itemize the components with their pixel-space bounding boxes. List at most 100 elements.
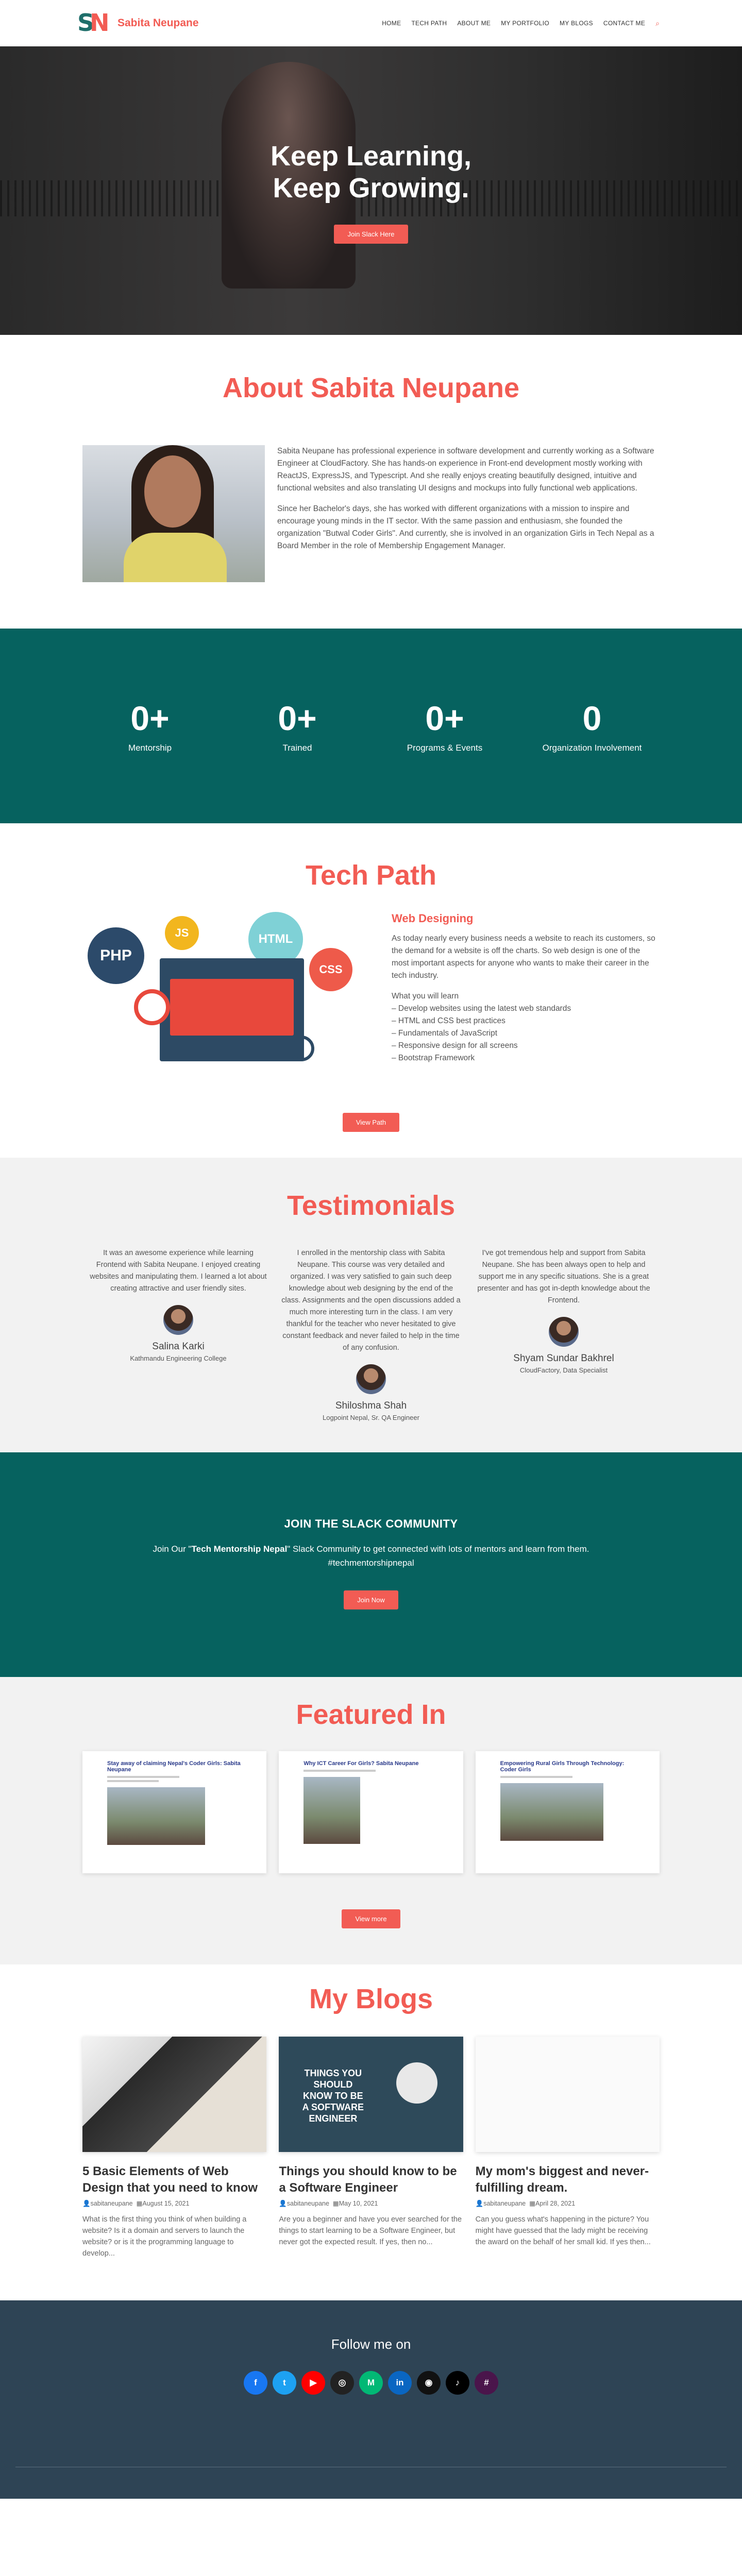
twitter-icon[interactable]: t <box>273 2371 296 2395</box>
gauge-icon <box>134 989 170 1025</box>
stats-section: 0+ Mentorship 0+ Trained 0+ Programs & Even… <box>0 629 742 823</box>
hero-heading-line2: Keep Growing. <box>273 173 469 204</box>
author-icon: 👤 <box>475 2200 484 2207</box>
facebook-icon[interactable]: f <box>244 2371 267 2395</box>
stat-trained: 0+ Trained <box>224 699 371 753</box>
calendar-icon: ▦ <box>332 2200 339 2207</box>
blog-meta: 👤sabitaneupane ▦August 15, 2021 <box>82 2199 266 2208</box>
social-links: f t ▶ ◎ Min ◉ ♪ # <box>0 2371 742 2395</box>
stat-programs: 0+ Programs & Events <box>371 699 518 753</box>
view-more-button[interactable]: View more <box>342 1909 400 1928</box>
featured-title: Featured In <box>296 1699 446 1730</box>
avatar <box>549 1317 579 1347</box>
join-now-button[interactable]: Join Now <box>344 1590 398 1609</box>
author-icon: 👤 <box>279 2200 287 2207</box>
featured-card[interactable]: Empowering Rural Girls Through Technolog… <box>475 1751 660 1873</box>
nav-blogs[interactable]: MY BLOGS <box>560 20 593 27</box>
stat-label: Organization Involvement <box>542 743 642 753</box>
profile-photo <box>82 445 265 582</box>
avatar <box>163 1305 193 1335</box>
learn-item: – Fundamentals of JavaScript <box>392 1029 498 1038</box>
blog-title[interactable]: Things you should know to be a Software … <box>279 2163 463 2196</box>
featured-card[interactable]: Stay away of claiming Nepal's Coder Girl… <box>82 1751 267 1873</box>
testimonial-text: I enrolled in the mentorship class with … <box>281 1249 461 1352</box>
blog-thumbnail-banner: THINGS YOU SHOULD KNOW TO BE A SOFTWARE … <box>302 2068 364 2124</box>
featured-card[interactable]: Why ICT Career For Girls? Sabita Neupane <box>279 1751 463 1873</box>
web-design-illustration: PHP JS HTML CSS <box>82 912 371 1082</box>
blogs-section: My Blogs 5 Basic Elements of Web Design … <box>0 1964 742 2300</box>
tiktok-icon[interactable]: ♪ <box>446 2371 469 2395</box>
featured-card-image <box>500 1783 603 1841</box>
github-icon[interactable]: ◉ <box>417 2371 441 2395</box>
testimonial-card: I've got tremendous help and support fro… <box>468 1247 660 1421</box>
slack-icon[interactable]: # <box>475 2371 498 2395</box>
nav-contact[interactable]: CONTACT ME <box>603 20 645 27</box>
blog-card[interactable]: THINGS YOU SHOULD KNOW TO BE A SOFTWARE … <box>279 2037 463 2259</box>
join-slack-button[interactable]: Join Slack Here <box>334 225 408 244</box>
learn-item: – Develop websites using the latest web … <box>392 1004 571 1013</box>
brand[interactable]: S N Sabita Neupane <box>77 9 199 38</box>
css-badge: CSS <box>309 948 352 991</box>
featured-card-headline: Stay away of claiming Nepal's Coder Girl… <box>107 1760 241 1773</box>
slack-description: Join Our "Tech Mentorship Nepal" Slack C… <box>0 1542 742 1570</box>
featured-card-image <box>303 1777 361 1844</box>
blog-title[interactable]: My mom's biggest and never-fulfilling dr… <box>476 2163 660 2196</box>
blog-thumbnail[interactable]: THINGS YOU SHOULD KNOW TO BE A SOFTWARE … <box>279 2037 463 2152</box>
logo-letter-n: N <box>90 9 110 37</box>
about-section: About Sabita Neupane Sabita Neupane has … <box>0 335 742 629</box>
logo[interactable]: S N <box>77 9 111 38</box>
testimonial-name: Salina Karki <box>152 1341 205 1352</box>
js-badge: JS <box>165 916 199 950</box>
blog-author[interactable]: sabitaneupane <box>483 2200 526 2207</box>
medium-icon[interactable]: M <box>359 2371 383 2395</box>
tech-path-title: Tech Path <box>305 860 437 891</box>
slack-hashtag: #techmentorshipnepal <box>328 1558 414 1568</box>
blog-author[interactable]: sabitaneupane <box>91 2200 133 2207</box>
testimonial-name: Shiloshma Shah <box>335 1400 407 1411</box>
tech-path-section: Tech Path PHP JS HTML CSS Web Designing … <box>0 823 742 1158</box>
magnifier-icon <box>289 1036 314 1061</box>
stat-number: 0+ <box>425 699 464 737</box>
nav-tech-path[interactable]: TECH PATH <box>411 20 447 27</box>
calendar-icon: ▦ <box>136 2200 143 2207</box>
blog-thumbnail[interactable] <box>82 2037 267 2152</box>
linkedin-icon[interactable]: in <box>388 2371 412 2395</box>
testimonial-text: I've got tremendous help and support fro… <box>477 1249 650 1304</box>
stat-label: Mentorship <box>128 743 172 753</box>
stat-label: Programs & Events <box>407 743 483 753</box>
main-nav: HOME TECH PATH ABOUT ME MY PORTFOLIO MY … <box>382 19 660 28</box>
search-icon[interactable]: ⌕ <box>655 19 660 28</box>
testimonials-section: Testimonials It was an awesome experienc… <box>0 1158 742 1452</box>
testimonials-title: Testimonials <box>286 1190 456 1221</box>
blogs-title: My Blogs <box>309 1984 433 2014</box>
nav-portfolio[interactable]: MY PORTFOLIO <box>501 20 549 27</box>
about-title: About Sabita Neupane <box>222 372 520 403</box>
nav-about-me[interactable]: ABOUT ME <box>457 20 491 27</box>
hero-heading: Keep Learning, Keep Growing. <box>0 46 742 204</box>
view-path-button[interactable]: View Path <box>342 1113 400 1132</box>
follow-heading: Follow me on <box>331 2336 411 2352</box>
learn-list-title: What you will learn <box>392 992 459 1001</box>
copyright: All Rights Reserved © Sabita Neupane <box>291 2502 451 2512</box>
learn-item: – HTML and CSS best practices <box>392 1016 505 1025</box>
youtube-icon[interactable]: ▶ <box>301 2371 325 2395</box>
blog-title[interactable]: 5 Basic Elements of Web Design that you … <box>82 2163 266 2196</box>
blog-excerpt: Can you guess what's happening in the pi… <box>475 2215 651 2246</box>
nav-home[interactable]: HOME <box>382 20 401 27</box>
testimonial-card: I enrolled in the mentorship class with … <box>275 1247 467 1421</box>
instagram-icon[interactable]: ◎ <box>330 2371 354 2395</box>
slack-title: JOIN THE SLACK COMMUNITY <box>284 1517 458 1530</box>
tech-heading: Web Designing <box>392 912 474 925</box>
stat-label: Trained <box>282 743 312 753</box>
blog-thumbnail[interactable] <box>475 2037 660 2152</box>
blog-date: April 28, 2021 <box>535 2200 576 2207</box>
blog-author[interactable]: sabitaneupane <box>287 2200 329 2207</box>
brand-name[interactable]: Sabita Neupane <box>117 17 199 29</box>
blog-card[interactable]: My mom's biggest and never-fulfilling dr… <box>475 2037 660 2259</box>
blog-card[interactable]: 5 Basic Elements of Web Design that you … <box>82 2037 267 2259</box>
learn-list: What you will learn – Develop websites u… <box>392 990 660 1064</box>
site-header: S N Sabita Neupane HOME TECH PATH ABOUT … <box>0 0 742 46</box>
calendar-icon: ▦ <box>529 2200 536 2207</box>
stat-number: 0+ <box>130 699 170 737</box>
slack-text-post: " Slack Community to get connected with … <box>287 1544 589 1554</box>
